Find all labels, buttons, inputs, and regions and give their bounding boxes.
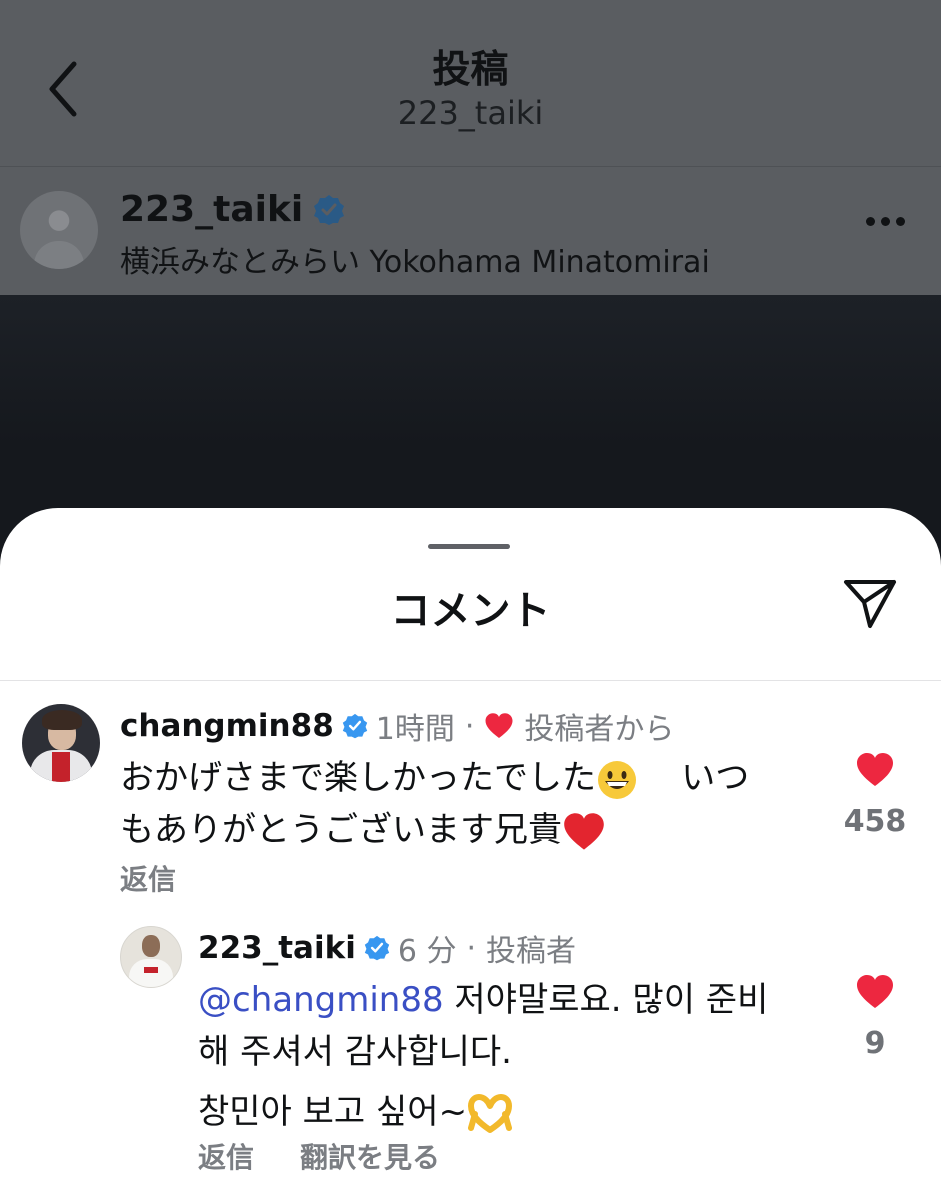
comment-meta: changmin88 1時間 · 投稿者から [120, 704, 674, 748]
reply-avatar[interactable] [120, 926, 182, 988]
reply-username[interactable]: 223_taiki [198, 930, 356, 966]
more-horizontal-icon [866, 217, 875, 226]
like-button[interactable] [855, 752, 895, 788]
sheet-title: コメント [390, 588, 551, 634]
like-count: 9 [864, 1026, 886, 1061]
comment-avatar[interactable] [22, 704, 100, 782]
post-author-username[interactable]: 223_taiki [120, 189, 303, 230]
comment-time: 1時間 [375, 712, 455, 747]
more-options-button[interactable] [866, 211, 916, 241]
grinning-face-icon [598, 760, 636, 799]
see-translation-button[interactable]: 翻訳を見る [300, 1136, 440, 1176]
sheet-drag-handle[interactable] [428, 544, 510, 549]
share-button[interactable] [840, 572, 900, 632]
post-header: 投稿 223_taiki [0, 0, 941, 167]
like-button[interactable] [855, 974, 895, 1010]
author-label: 投稿者 [486, 934, 576, 969]
reply-time: 6 分 [397, 934, 457, 969]
page-subtitle: 223_taiki [397, 94, 544, 132]
page-title: 投稿 [432, 47, 509, 91]
verified-badge-icon [364, 935, 390, 961]
sheet-divider [0, 680, 941, 681]
send-icon [844, 580, 896, 628]
heart-icon [857, 975, 893, 1008]
comment-like: 458 [830, 752, 920, 839]
verified-badge-icon [342, 713, 367, 739]
verified-badge-icon [314, 194, 345, 225]
post-author-row: 223_taiki 横浜みなとみらい Yokohama Minatomirai [0, 167, 941, 295]
red-heart-icon [564, 812, 604, 850]
comment-username[interactable]: changmin88 [120, 708, 334, 744]
reply-text: @changmin88 저야말로요. 많이 준비 해 주셔서 감사합니다. 창민… [198, 980, 769, 1133]
heart-icon [857, 753, 893, 786]
heart-hands-icon [468, 1093, 513, 1133]
like-count: 458 [843, 804, 907, 839]
post-location[interactable]: 横浜みなとみらい Yokohama Minatomirai [120, 237, 710, 281]
post-author-avatar[interactable] [20, 191, 98, 269]
author-liked-label: 投稿者から [524, 712, 675, 747]
post-author-name-row: 223_taiki [120, 189, 345, 230]
reply-button[interactable]: 返信 [120, 858, 176, 898]
comment-text: おかげさまで楽しかったでした いつ もありがとうございます兄貴 [120, 758, 750, 850]
reply-like: 9 [830, 974, 920, 1061]
author-liked-heart-icon [485, 713, 513, 738]
comments-sheet: コメント changmin88 1時間 · 投稿者から おかげさまで楽しかったで… [0, 508, 941, 1200]
reply-meta: 223_taiki 6 分 · 投稿者 [198, 926, 576, 970]
mention-link[interactable]: @changmin88 [198, 980, 444, 1020]
reply-button[interactable]: 返信 [198, 1136, 254, 1176]
